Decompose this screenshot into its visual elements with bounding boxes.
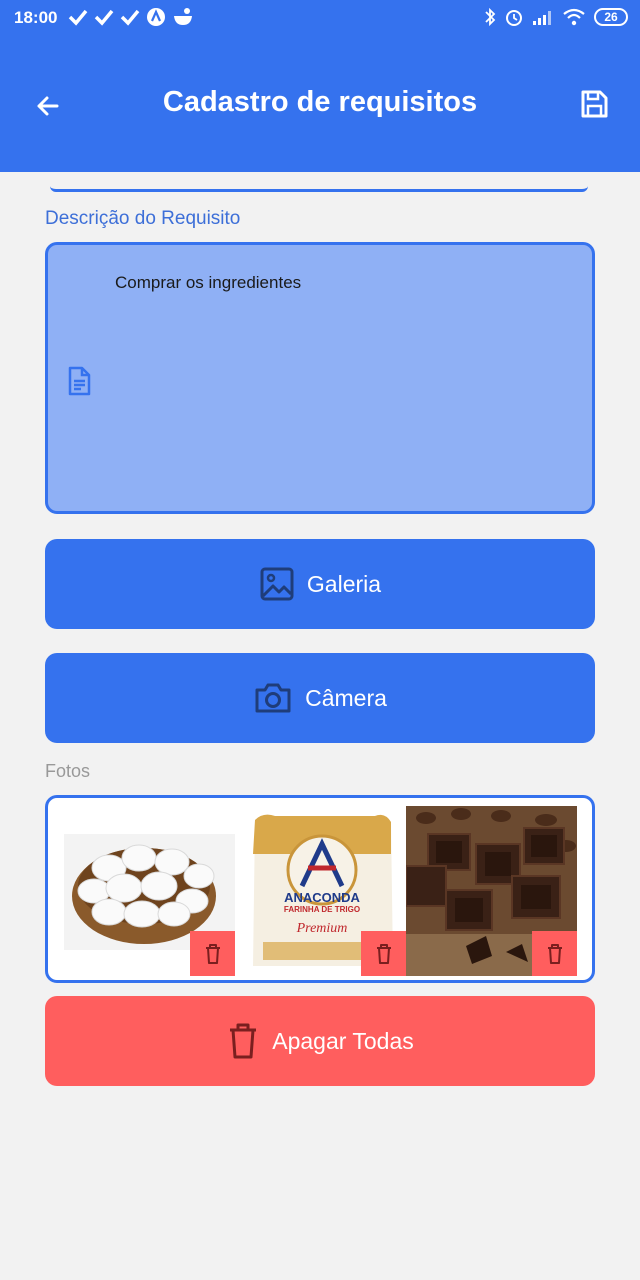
- bluetooth-icon: [485, 7, 496, 27]
- delete-photo-button[interactable]: [190, 931, 235, 976]
- battery-icon: 26: [594, 8, 628, 26]
- delete-all-button[interactable]: Apagar Todas: [45, 996, 595, 1086]
- document-icon: [68, 366, 91, 396]
- page-title: Cadastro de requisitos: [162, 86, 478, 118]
- signal-icon: [533, 11, 551, 25]
- status-time: 18:00: [14, 8, 58, 27]
- camera-button-label: Câmera: [305, 684, 387, 711]
- description-label: Descrição do Requisito: [45, 208, 241, 229]
- gallery-button[interactable]: Galeria: [45, 539, 595, 629]
- photos-label: Fotos: [45, 761, 91, 781]
- flour-premium: Premium: [296, 921, 348, 936]
- trash-icon: [205, 943, 220, 964]
- app-icon: [147, 8, 165, 26]
- delete-all-button-label: Apagar Todas: [272, 1027, 414, 1054]
- check-icon: [94, 9, 114, 26]
- image-icon: [260, 567, 294, 601]
- check-icon: [68, 9, 88, 26]
- save-button[interactable]: [576, 86, 612, 122]
- delete-photo-button[interactable]: [532, 931, 577, 976]
- alarm-icon: [506, 10, 522, 26]
- flour-brand-subtitle: FARINHA DE TRIGO: [284, 905, 360, 914]
- trash-icon: [376, 943, 391, 964]
- trash-icon: [547, 943, 562, 964]
- description-value: Comprar os ingredientes: [115, 273, 302, 292]
- photos-container: FARINHA DE TRIGO ANACONDA Premium: [45, 795, 595, 983]
- check-icon: [120, 9, 140, 26]
- flour-brand: ANACONDA: [284, 890, 360, 905]
- trash-icon: [230, 1023, 257, 1059]
- app-header: 18:00 26 Cadastro de requisitos: [0, 0, 640, 172]
- description-textarea[interactable]: Comprar os ingredientes: [45, 242, 595, 514]
- gallery-button-label: Galeria: [306, 570, 382, 597]
- photo-eggs[interactable]: [64, 806, 235, 976]
- photo-chocolate[interactable]: [406, 806, 577, 976]
- photo-flour[interactable]: FARINHA DE TRIGO ANACONDA Premium: [235, 806, 406, 976]
- save-icon: [581, 90, 608, 118]
- system-icons: 26: [484, 7, 628, 27]
- notification-icons: [68, 7, 194, 27]
- camera-button[interactable]: Câmera: [45, 653, 595, 743]
- previous-field-edge[interactable]: [50, 186, 588, 192]
- delete-photo-button[interactable]: [361, 931, 406, 976]
- camera-icon: [255, 683, 291, 713]
- wifi-icon: [563, 8, 585, 26]
- status-bar: 18:00 26: [0, 0, 640, 36]
- bowl-icon: [174, 8, 192, 25]
